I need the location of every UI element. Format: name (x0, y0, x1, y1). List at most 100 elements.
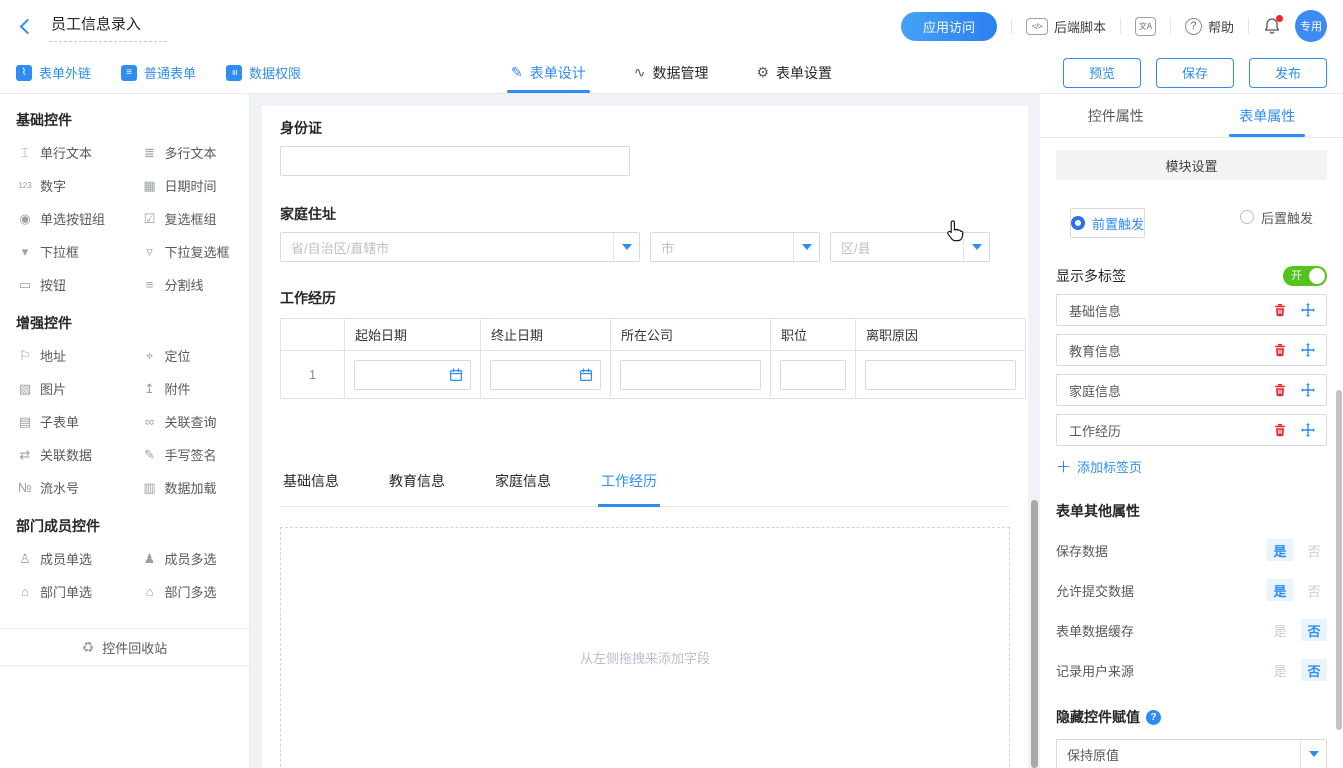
table-row: 1 (281, 351, 1026, 399)
start-date-input[interactable] (354, 360, 471, 390)
palette-item-image[interactable]: ▨图片 (0, 372, 125, 405)
province-select[interactable]: 省/自治区/直辖市 (280, 232, 640, 262)
notification-dot (1276, 15, 1283, 22)
city-select[interactable]: 市 (650, 232, 820, 262)
app-access-button[interactable]: 应用访问 (901, 12, 997, 41)
help-button[interactable]: ? 帮助 (1185, 17, 1234, 36)
department-icon: ⌂ (16, 584, 34, 599)
widget-recycle-bin[interactable]: ♻ 控件回收站 (0, 628, 249, 666)
gear-doc-icon: ⚙ (756, 64, 769, 81)
move-icon[interactable] (1300, 342, 1316, 358)
yes-option[interactable]: 是 (1267, 579, 1293, 601)
move-icon[interactable] (1300, 302, 1316, 318)
palette-section-title: 基础控件 (0, 110, 249, 130)
help-circle-icon[interactable]: ? (1146, 710, 1161, 725)
tab-form-properties[interactable]: 表单属性 (1192, 94, 1343, 137)
yes-option[interactable]: 是 (1267, 539, 1293, 561)
palette-item-serial-number[interactable]: №流水号 (0, 471, 125, 504)
palette-item-location[interactable]: ⌖定位 (125, 339, 250, 372)
palette-item-datetime[interactable]: ▦日期时间 (125, 169, 250, 202)
palette-item-single-line-text[interactable]: ⌶单行文本 (0, 136, 125, 169)
palette-item-member-multi[interactable]: ♟成员多选 (125, 542, 250, 575)
multi-tab-setting-row: 显示多标签 开 (1056, 266, 1327, 286)
end-date-input[interactable] (490, 360, 601, 390)
tab-work-history[interactable]: 工作经历 (598, 471, 660, 507)
palette-item-checkbox-group[interactable]: ☑复选框组 (125, 202, 250, 235)
tab-form-design[interactable]: ✎ 表单设计 (511, 52, 586, 93)
back-icon[interactable] (20, 18, 36, 34)
palette-item-member-single[interactable]: ♙成员单选 (0, 542, 125, 575)
move-icon[interactable] (1300, 422, 1316, 438)
module-settings-button[interactable]: 模块设置 (1056, 150, 1327, 180)
no-option[interactable]: 否 (1301, 579, 1327, 601)
drop-zone[interactable]: 从左侧拖拽来添加字段 (280, 527, 1010, 768)
code-icon: </> (1026, 18, 1048, 35)
tab-family-info[interactable]: 家庭信息 (492, 471, 554, 507)
translate-icon[interactable]: 文A (1135, 17, 1156, 36)
palette-item-signature[interactable]: ✎手写签名 (125, 438, 250, 471)
delete-icon[interactable] (1272, 342, 1288, 358)
number-icon: 123 (16, 181, 34, 190)
position-input[interactable] (780, 360, 846, 390)
dropdown-icon: ▾ (16, 244, 34, 260)
avatar[interactable]: 专用 (1295, 10, 1327, 42)
multi-tab-toggle[interactable]: 开 (1283, 266, 1327, 286)
delete-icon[interactable] (1272, 382, 1288, 398)
col-header-company: 所在公司 (611, 319, 771, 351)
id-card-input[interactable] (280, 146, 630, 176)
palette-item-dept-single[interactable]: ⌂部门单选 (0, 575, 125, 608)
tab-basic-info[interactable]: 基础信息 (280, 471, 342, 507)
palette-section-title: 部门成员控件 (0, 516, 249, 536)
notification-bell-icon[interactable] (1263, 17, 1281, 35)
district-select[interactable]: 区/县 (830, 232, 990, 262)
other-properties-title: 表单其他属性 (1056, 501, 1327, 521)
palette-item-linked-data[interactable]: ⇄关联数据 (0, 438, 125, 471)
publish-button[interactable]: 发布 (1249, 58, 1327, 88)
form-external-link[interactable]: ⌇ 表单外链 (16, 63, 91, 82)
data-permission-link[interactable]: ≡ 数据权限 (226, 63, 301, 82)
radio-pre-trigger[interactable]: 前置触发 (1070, 208, 1145, 238)
palette-item-address[interactable]: ⚐地址 (0, 339, 125, 372)
hidden-value-select[interactable]: 保持原值 (1056, 739, 1327, 768)
no-option[interactable]: 否 (1301, 659, 1327, 681)
palette-item-linked-query[interactable]: ∞关联查询 (125, 405, 250, 438)
recycle-icon: ♻ (82, 639, 95, 656)
palette-item-select[interactable]: ▾下拉框 (0, 235, 125, 268)
palette-item-radio-group[interactable]: ◉单选按钮组 (0, 202, 125, 235)
move-icon[interactable] (1300, 382, 1316, 398)
delete-icon[interactable] (1272, 422, 1288, 438)
palette-item-divider[interactable]: ≡分割线 (125, 268, 250, 301)
company-input[interactable] (620, 360, 761, 390)
radio-post-trigger[interactable]: 后置触发 (1240, 196, 1313, 238)
panel-scrollbar[interactable] (1336, 390, 1342, 730)
tag-row-work-history: 工作经历 (1056, 414, 1327, 446)
canvas-scrollbar[interactable] (1031, 500, 1038, 768)
tab-form-settings[interactable]: ⚙ 表单设置 (756, 52, 832, 93)
no-option[interactable]: 否 (1301, 619, 1327, 641)
palette-item-multi-select[interactable]: ▿下拉复选框 (125, 235, 250, 268)
save-button[interactable]: 保存 (1156, 58, 1234, 88)
page-title[interactable]: 员工信息录入 (49, 11, 167, 42)
col-header-leave-reason: 离职原因 (856, 319, 1026, 351)
palette-item-multi-line-text[interactable]: ≣多行文本 (125, 136, 250, 169)
no-option[interactable]: 否 (1301, 539, 1327, 561)
tab-data-management[interactable]: ∿ 数据管理 (634, 52, 709, 93)
add-tab-link[interactable]: ＋ 添加标签页 (1056, 456, 1327, 477)
palette-item-attachment[interactable]: ↥附件 (125, 372, 250, 405)
leave-reason-input[interactable] (865, 360, 1016, 390)
palette-item-button[interactable]: ▭按钮 (0, 268, 125, 301)
preview-button[interactable]: 预览 (1063, 58, 1141, 88)
yes-option[interactable]: 是 (1267, 619, 1293, 641)
palette-item-number[interactable]: 123数字 (0, 169, 125, 202)
tag-row-education-info: 教育信息 (1056, 334, 1327, 366)
palette-item-subform[interactable]: ▤子表单 (0, 405, 125, 438)
palette-item-dept-multi[interactable]: ⌂部门多选 (125, 575, 250, 608)
delete-icon[interactable] (1272, 302, 1288, 318)
yes-option[interactable]: 是 (1267, 659, 1293, 681)
tab-education-info[interactable]: 教育信息 (386, 471, 448, 507)
palette-item-data-load[interactable]: ▥数据加载 (125, 471, 250, 504)
calendar-icon (579, 368, 593, 382)
tab-widget-properties[interactable]: 控件属性 (1040, 94, 1192, 137)
normal-form-link[interactable]: ≡ 普通表单 (121, 63, 196, 82)
backend-script-button[interactable]: </> 后端脚本 (1026, 17, 1106, 36)
